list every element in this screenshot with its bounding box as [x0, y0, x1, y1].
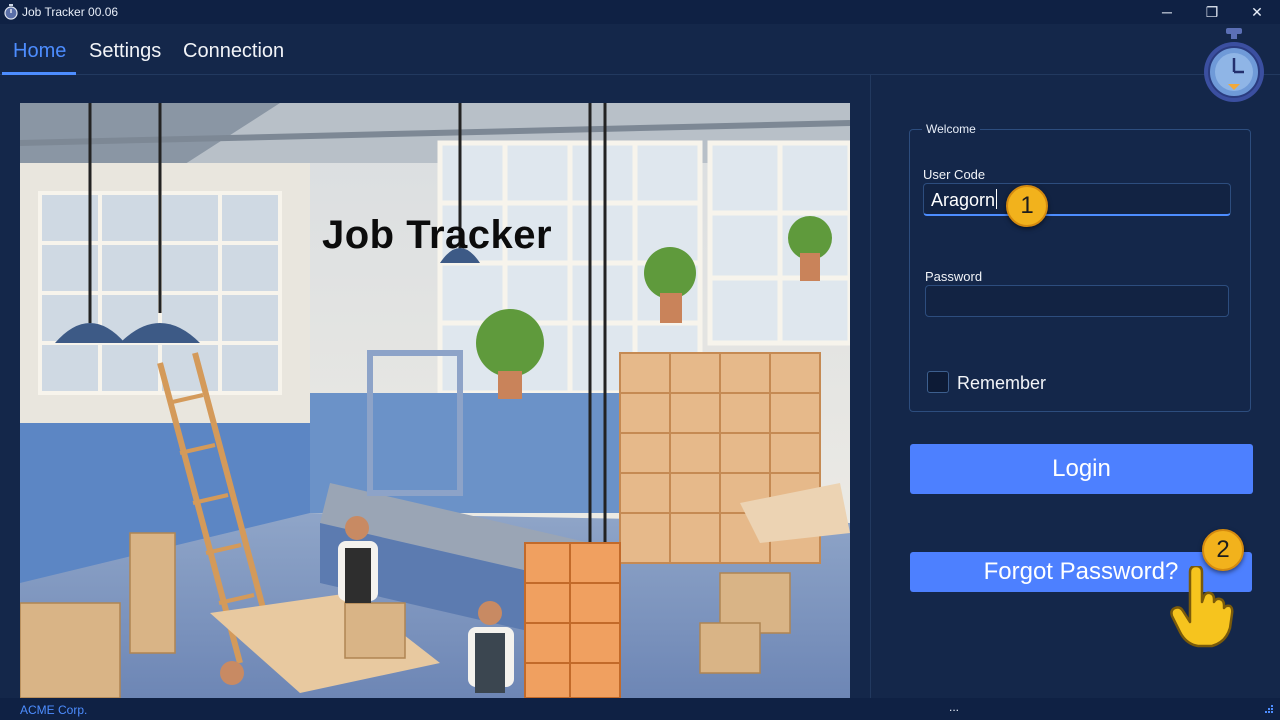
status-indicator: ... [949, 700, 960, 714]
tab-connection[interactable]: Connection [183, 40, 284, 63]
password-input[interactable] [925, 285, 1229, 317]
status-bar: ACME Corp. ... [0, 698, 1280, 720]
company-name: ACME Corp. [20, 703, 88, 717]
stopwatch-app-icon [4, 4, 18, 20]
welcome-group: Welcome User Code Aragorn Password Remem… [909, 122, 1251, 412]
remember-checkbox[interactable] [927, 371, 949, 393]
remember-label[interactable]: Remember [957, 373, 1046, 394]
stopwatch-logo-icon [1204, 28, 1264, 102]
workshop-scene [20, 103, 850, 698]
title-bar: Job Tracker 00.06 ─ ❐ ✕ [0, 0, 1280, 24]
user-code-input[interactable]: Aragorn [923, 183, 1231, 216]
user-code-value: Aragorn [931, 190, 996, 210]
panel-divider [870, 75, 871, 698]
user-code-label: User Code [923, 167, 986, 182]
group-title: Welcome [922, 122, 980, 136]
close-icon: ✕ [1251, 4, 1263, 20]
workshop-illustration: Job Tracker [20, 103, 850, 698]
resize-grip-icon[interactable] [1262, 704, 1274, 716]
text-caret [996, 189, 997, 209]
maximize-button[interactable]: ❐ [1189, 0, 1235, 24]
minimize-icon: ─ [1162, 4, 1172, 20]
password-label: Password [925, 269, 983, 284]
tab-home[interactable]: Home [13, 40, 66, 63]
hero-title: Job Tracker [322, 213, 553, 257]
pointing-hand-cursor-icon [1170, 566, 1234, 648]
step-badge-1: 1 [1006, 185, 1048, 227]
minimize-button[interactable]: ─ [1144, 0, 1190, 24]
tab-settings[interactable]: Settings [89, 40, 161, 63]
step-badge-2: 2 [1202, 529, 1244, 571]
window-title: Job Tracker 00.06 [22, 5, 119, 19]
login-button[interactable]: Login [910, 444, 1253, 494]
close-button[interactable]: ✕ [1234, 0, 1280, 24]
tab-bar: Home Settings Connection [0, 24, 1280, 75]
restore-icon: ❐ [1205, 4, 1219, 20]
active-tab-indicator [2, 72, 76, 75]
